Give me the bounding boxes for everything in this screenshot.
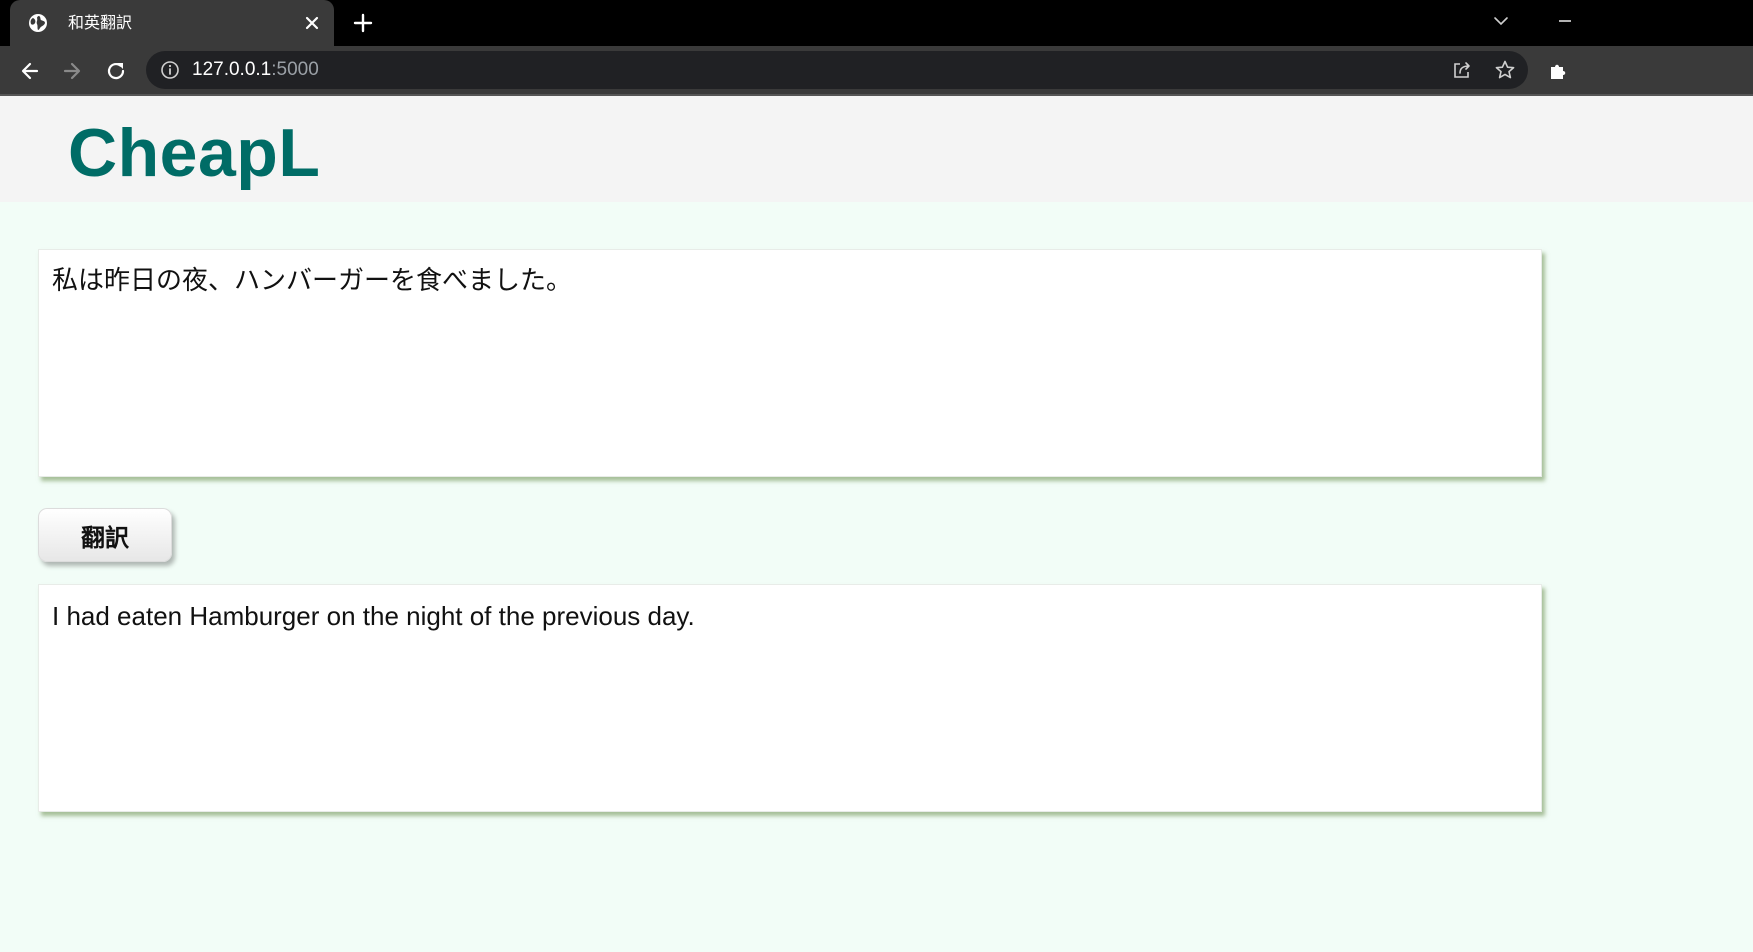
reload-icon[interactable] <box>101 56 131 86</box>
arrow-left-icon[interactable] <box>15 56 45 86</box>
star-icon[interactable] <box>1493 58 1517 82</box>
url-port: :5000 <box>271 59 319 80</box>
site-logo: CheapL <box>68 115 321 191</box>
minimize-icon[interactable] <box>1550 6 1580 36</box>
url-host: 127.0.0.1 <box>192 59 272 80</box>
globe-icon <box>28 13 48 33</box>
puzzle-icon[interactable] <box>1544 56 1572 86</box>
site-header: CheapL <box>0 96 1753 202</box>
plus-icon[interactable] <box>349 9 377 37</box>
url-text[interactable]: 127.0.0.1:5000 <box>192 59 319 81</box>
address-bar[interactable]: 127.0.0.1:5000 <box>146 51 1528 89</box>
tab-title: 和英翻訳 <box>68 13 133 32</box>
browser-toolbar: 127.0.0.1:5000 <box>0 46 1753 96</box>
browser-tab-strip: 和英翻訳 <box>0 0 1753 46</box>
page-content: CheapL 私は昨日の夜、ハンバーガーを食べました。 翻訳 I had eat… <box>0 96 1753 952</box>
browser-tab[interactable]: 和英翻訳 <box>10 0 334 46</box>
chevron-down-icon[interactable] <box>1488 8 1514 34</box>
source-text-input[interactable]: 私は昨日の夜、ハンバーガーを食べました。 <box>38 249 1542 477</box>
translation-result-output[interactable]: I had eaten Hamburger on the night of th… <box>38 584 1542 812</box>
translate-button[interactable]: 翻訳 <box>38 508 172 562</box>
info-icon[interactable] <box>160 60 180 80</box>
close-icon[interactable] <box>301 12 323 34</box>
share-icon[interactable] <box>1450 58 1474 82</box>
arrow-right-icon[interactable] <box>57 56 87 86</box>
